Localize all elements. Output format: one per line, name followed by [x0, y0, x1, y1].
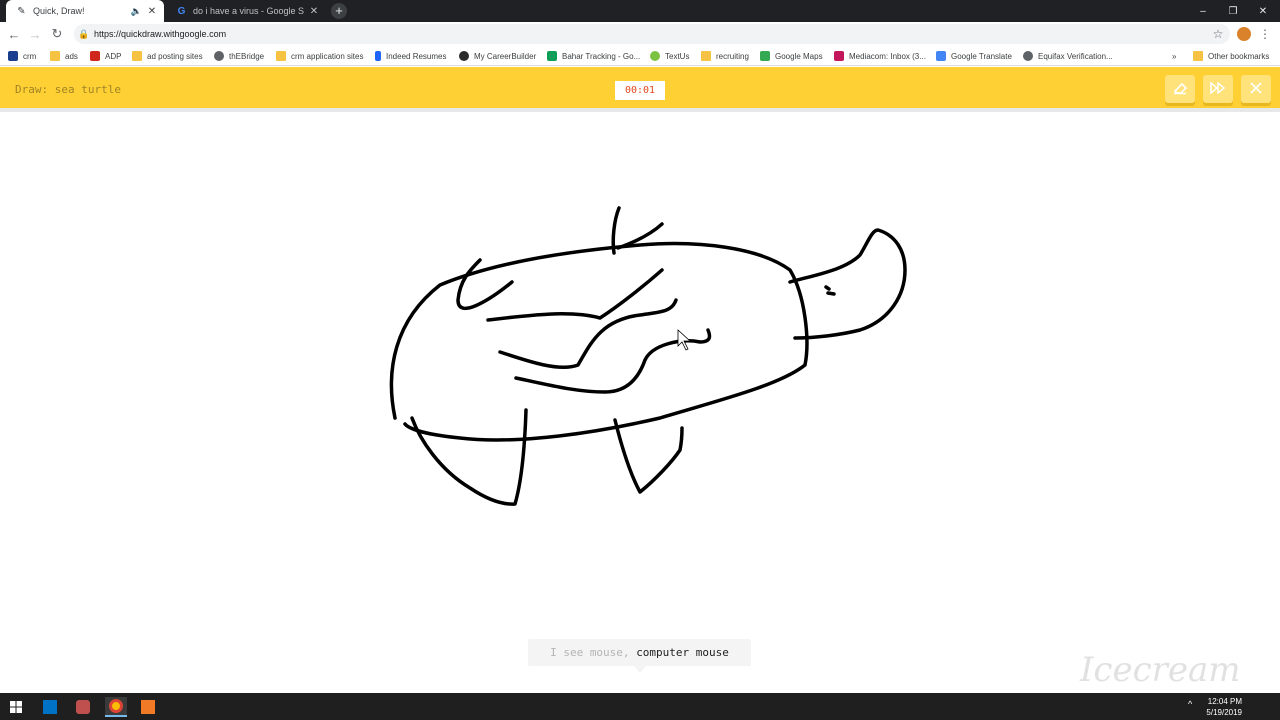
shell-pattern-stroke: [486, 268, 664, 322]
shell-pattern-stroke: [456, 258, 514, 311]
windows-start-icon[interactable]: [5, 697, 27, 717]
snipping-tool-icon[interactable]: [72, 697, 94, 717]
shell-outline-stroke: [389, 241, 809, 442]
leg-stroke: [410, 408, 528, 506]
outlook-icon[interactable]: [39, 697, 61, 717]
eye-stroke: [826, 291, 836, 296]
system-clock[interactable]: 12:04 PM 5/19/2019: [1206, 696, 1242, 718]
guess-current: computer mouse: [636, 646, 729, 659]
sea-turtle-drawing: [389, 206, 907, 506]
guess-bubble-tail: [634, 666, 646, 673]
chrome-icon[interactable]: [105, 697, 127, 717]
guess-prefix: I see mouse,: [550, 646, 630, 659]
icecream-apps-watermark: Icecream APPS: [1080, 650, 1241, 720]
tray-chevron-icon[interactable]: ^: [1188, 699, 1192, 709]
icecream-recorder-icon[interactable]: [137, 697, 159, 717]
shell-pattern-stroke: [498, 298, 678, 370]
screen: ✎ Quick, Draw! 🔈 ✕ G do i have a virus -…: [0, 0, 1280, 720]
clock-time: 12:04 PM: [1207, 697, 1242, 706]
leg-stroke: [613, 418, 684, 494]
mouse-cursor-icon: [677, 329, 692, 351]
ai-guess-bubble: I see mouse, computer mouse: [528, 639, 751, 666]
windows-taskbar: ^ 12:04 PM 5/19/2019: [0, 693, 1280, 720]
eye-stroke: [824, 285, 831, 291]
clock-date: 5/19/2019: [1206, 708, 1242, 717]
